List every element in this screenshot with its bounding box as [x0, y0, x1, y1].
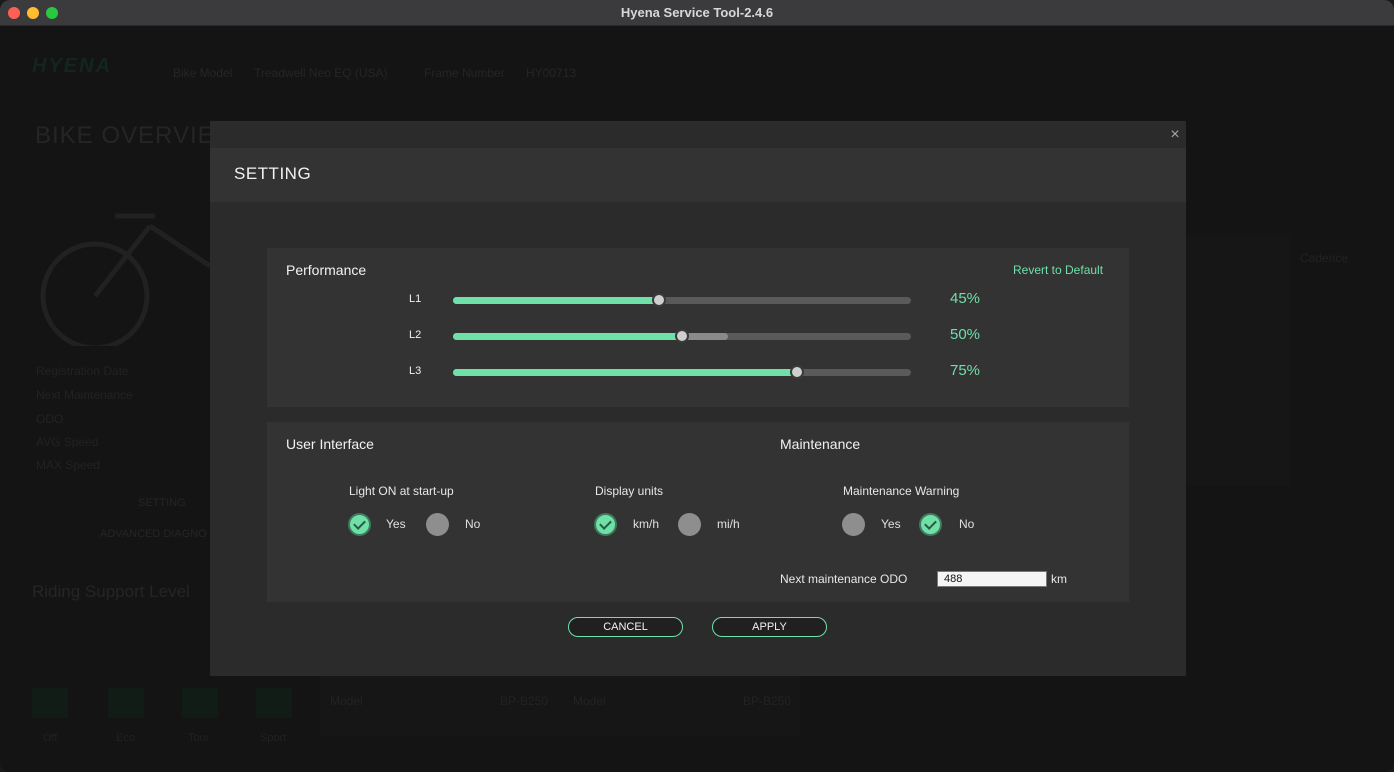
warning-yes-label: Yes	[881, 517, 901, 531]
close-icon[interactable]: ×	[1168, 127, 1182, 143]
window-title: Hyena Service Tool-2.4.6	[620, 5, 774, 20]
slider-fill	[453, 369, 797, 376]
dialog-title: SETTING	[234, 164, 312, 183]
units-kmh-label: km/h	[633, 517, 660, 531]
next-odo-label: Next maintenance ODO	[780, 572, 908, 586]
light-on-no-radio[interactable]	[426, 513, 449, 536]
slider-value: 45%	[950, 290, 981, 307]
warning-yes-radio[interactable]	[842, 513, 865, 536]
light-on-label: Light ON at start-up	[349, 484, 454, 498]
user-interface-title: User Interface	[286, 436, 374, 452]
slider-l3: L3 75%	[267, 362, 1129, 382]
slider-fill	[453, 333, 682, 340]
slider-thumb[interactable]	[789, 365, 804, 379]
light-on-yes-radio[interactable]	[348, 513, 371, 536]
title-bar: Hyena Service Tool-2.4.6	[0, 0, 1394, 26]
slider-label: L3	[409, 365, 422, 377]
slider-l1: L1 45%	[267, 290, 1129, 310]
setting-dialog: × SETTING Performance Revert to Default …	[210, 121, 1186, 676]
slider-value: 75%	[950, 362, 981, 379]
slider-fill	[453, 297, 660, 304]
light-on-no-label: No	[465, 517, 481, 531]
performance-title: Performance	[286, 262, 367, 278]
revert-to-default-link[interactable]: Revert to Default	[1013, 263, 1103, 277]
maintenance-warning-label: Maintenance Warning	[843, 484, 960, 498]
next-odo-input[interactable]	[937, 571, 1047, 587]
performance-section: Performance Revert to Default L1 45% L2	[267, 248, 1129, 407]
slider-track[interactable]	[453, 293, 911, 307]
ui-maintenance-section: User Interface Maintenance Light ON at s…	[267, 422, 1129, 602]
slider-track[interactable]	[453, 365, 911, 379]
apply-button[interactable]: APPLY	[712, 617, 827, 637]
units-mih-radio[interactable]	[678, 513, 701, 536]
maintenance-title: Maintenance	[780, 436, 861, 452]
cancel-button[interactable]: CANCEL	[568, 617, 683, 637]
slider-label: L1	[409, 293, 422, 305]
slider-thumb[interactable]	[652, 293, 667, 307]
odo-unit-label: km	[1051, 572, 1067, 586]
slider-l2: L2 50%	[267, 326, 1129, 346]
light-on-yes-label: Yes	[386, 517, 406, 531]
app-window: Hyena Service Tool-2.4.6 HYENA Bike Mode…	[0, 0, 1394, 772]
slider-label: L2	[409, 329, 422, 341]
slider-track[interactable]	[453, 329, 911, 343]
warning-no-label: No	[959, 517, 975, 531]
slider-thumb[interactable]	[675, 329, 689, 343]
dialog-header: SETTING	[210, 148, 1186, 202]
slider-value: 50%	[950, 326, 981, 343]
display-units-label: Display units	[595, 484, 664, 498]
warning-no-radio[interactable]	[919, 513, 942, 536]
units-kmh-radio[interactable]	[594, 513, 617, 536]
units-mih-label: mi/h	[717, 517, 740, 531]
